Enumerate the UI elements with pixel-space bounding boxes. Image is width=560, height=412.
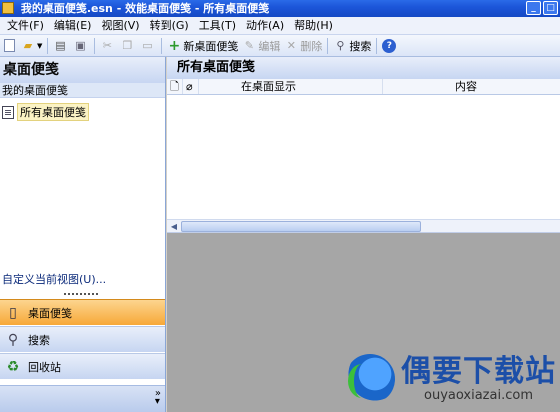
nav-button-recycle[interactable]: ♻ 回收站 bbox=[0, 353, 165, 379]
window-controls: _ □ bbox=[526, 1, 558, 15]
printer-icon: ▤ bbox=[55, 38, 66, 52]
cut-button[interactable]: ✂ bbox=[98, 37, 118, 55]
tree-item-all-notes[interactable]: 所有桌面便笺 bbox=[2, 103, 89, 121]
new-note-button[interactable]: + 新桌面便笺 bbox=[165, 37, 240, 55]
column-header-icon[interactable]: 🗋 bbox=[167, 79, 183, 94]
column-header-content[interactable]: 内容 bbox=[383, 79, 560, 94]
search-button[interactable]: ⚲ 搜索 bbox=[331, 37, 373, 55]
paste-button[interactable]: ▭ bbox=[138, 37, 158, 55]
toolbar-separator bbox=[327, 37, 329, 54]
customize-view-link[interactable]: 自定义当前视图(U)... bbox=[0, 271, 165, 289]
menu-goto[interactable]: 转到(G) bbox=[145, 17, 194, 35]
nav-button-notes[interactable]: ▯ 桌面便笺 bbox=[0, 299, 165, 325]
toolbar-separator bbox=[376, 37, 378, 54]
new-note-label: 新桌面便笺 bbox=[183, 39, 239, 53]
recycle-icon: ♻ bbox=[6, 358, 20, 375]
delete-label: 删除 bbox=[300, 39, 323, 53]
note-icon: ▯ bbox=[9, 304, 17, 321]
scrollbar-thumb[interactable] bbox=[181, 221, 421, 232]
toolbar-separator bbox=[47, 37, 49, 54]
edit-button[interactable]: ✎ 编辑 bbox=[240, 37, 282, 55]
maximize-button[interactable]: □ bbox=[543, 1, 558, 15]
delete-x-icon: ✕ bbox=[286, 38, 296, 52]
search-icon: ⚲ bbox=[336, 38, 345, 52]
column-header-attachment[interactable]: ⌀ bbox=[183, 79, 199, 94]
nav-label: 桌面便笺 bbox=[28, 306, 72, 320]
help-button[interactable]: ? bbox=[380, 37, 400, 55]
dropdown-arrow-icon: ▼ bbox=[37, 41, 43, 50]
folder-tree: 所有桌面便笺 bbox=[0, 99, 165, 269]
splitter-grip[interactable] bbox=[64, 291, 100, 296]
edit-label: 编辑 bbox=[258, 39, 281, 53]
menu-edit[interactable]: 编辑(E) bbox=[49, 17, 97, 35]
menu-help[interactable]: 帮助(H) bbox=[289, 17, 338, 35]
help-icon: ? bbox=[382, 38, 397, 53]
notes-list[interactable] bbox=[167, 95, 560, 219]
column-header-show-on-desktop[interactable]: 在桌面显示 bbox=[199, 79, 383, 94]
new-file-icon bbox=[4, 39, 15, 52]
column-headers: 🗋 ⌀ 在桌面显示 内容 bbox=[167, 79, 560, 95]
toolbar-separator bbox=[94, 37, 96, 54]
search-label: 搜索 bbox=[349, 39, 372, 53]
copy-icon: ❐ bbox=[122, 38, 133, 52]
title-bar: 我的桌面便笺.esn - 效能桌面便笺 - 所有桌面便笺 _ □ bbox=[0, 0, 560, 17]
note-icon bbox=[2, 105, 14, 119]
folder-icon: ▰ bbox=[23, 38, 33, 52]
print-button[interactable]: ▤ bbox=[51, 37, 71, 55]
chevron-down-icon[interactable]: » ▾ bbox=[155, 389, 161, 407]
menu-bar: 文件(F) 编辑(E) 视图(V) 转到(G) 工具(T) 动作(A) 帮助(H… bbox=[0, 17, 560, 35]
menu-file[interactable]: 文件(F) bbox=[2, 17, 49, 35]
left-panel-title: 桌面便笺 bbox=[0, 57, 165, 83]
list-title: 所有桌面便笺 bbox=[167, 57, 560, 79]
nav-label: 搜索 bbox=[28, 333, 50, 347]
paste-icon: ▭ bbox=[142, 38, 153, 52]
open-button[interactable]: ▰ ▼ bbox=[19, 37, 44, 55]
search-icon: ⚲ bbox=[7, 331, 19, 348]
nav-overflow-bar: » ▾ bbox=[0, 385, 165, 412]
watermark-url: ouyaoxiazai.com bbox=[424, 388, 533, 403]
scissors-icon: ✂ bbox=[102, 38, 112, 52]
window-title: 我的桌面便笺.esn - 效能桌面便笺 - 所有桌面便笺 bbox=[20, 2, 270, 15]
watermark-text: 偶要下载站 ouyaoxiazai.com bbox=[401, 355, 556, 403]
watermark-logo-icon bbox=[345, 354, 395, 404]
watermark-name: 偶要下载站 bbox=[401, 354, 556, 389]
menu-tools[interactable]: 工具(T) bbox=[194, 17, 241, 35]
plus-icon: + bbox=[168, 37, 181, 54]
pencil-icon: ✎ bbox=[244, 38, 254, 52]
left-panel: 桌面便笺 我的桌面便笺 所有桌面便笺 自定义当前视图(U)... ▯ 桌面便笺 … bbox=[0, 57, 166, 412]
scroll-left-icon[interactable]: ◀ bbox=[167, 220, 181, 233]
document-icon: 🗋 bbox=[170, 80, 179, 93]
tree-item-label: 所有桌面便笺 bbox=[17, 103, 89, 121]
nav-label: 回收站 bbox=[28, 360, 61, 374]
folder-group-label: 我的桌面便笺 bbox=[0, 83, 165, 98]
print-preview-button[interactable]: ▣ bbox=[71, 37, 91, 55]
minimize-button[interactable]: _ bbox=[526, 1, 541, 15]
app-icon bbox=[2, 2, 14, 14]
new-file-button[interactable] bbox=[2, 37, 19, 55]
toolbar: ▰ ▼ ▤ ▣ ✂ ❐ ▭ + 新桌面便笺 ✎ 编辑 ✕ 删除 ⚲ 搜索 ? bbox=[0, 35, 560, 57]
toolbar-separator bbox=[161, 37, 163, 54]
menu-actions[interactable]: 动作(A) bbox=[241, 17, 289, 35]
paperclip-icon: ⌀ bbox=[186, 80, 193, 93]
menu-view[interactable]: 视图(V) bbox=[96, 17, 144, 35]
nav-button-search[interactable]: ⚲ 搜索 bbox=[0, 326, 165, 352]
delete-button[interactable]: ✕ 删除 bbox=[282, 37, 324, 55]
copy-button[interactable]: ❐ bbox=[118, 37, 138, 55]
watermark: 偶要下载站 ouyaoxiazai.com bbox=[345, 354, 556, 404]
horizontal-scrollbar[interactable]: ◀ bbox=[167, 219, 560, 233]
preview-icon: ▣ bbox=[75, 38, 86, 52]
